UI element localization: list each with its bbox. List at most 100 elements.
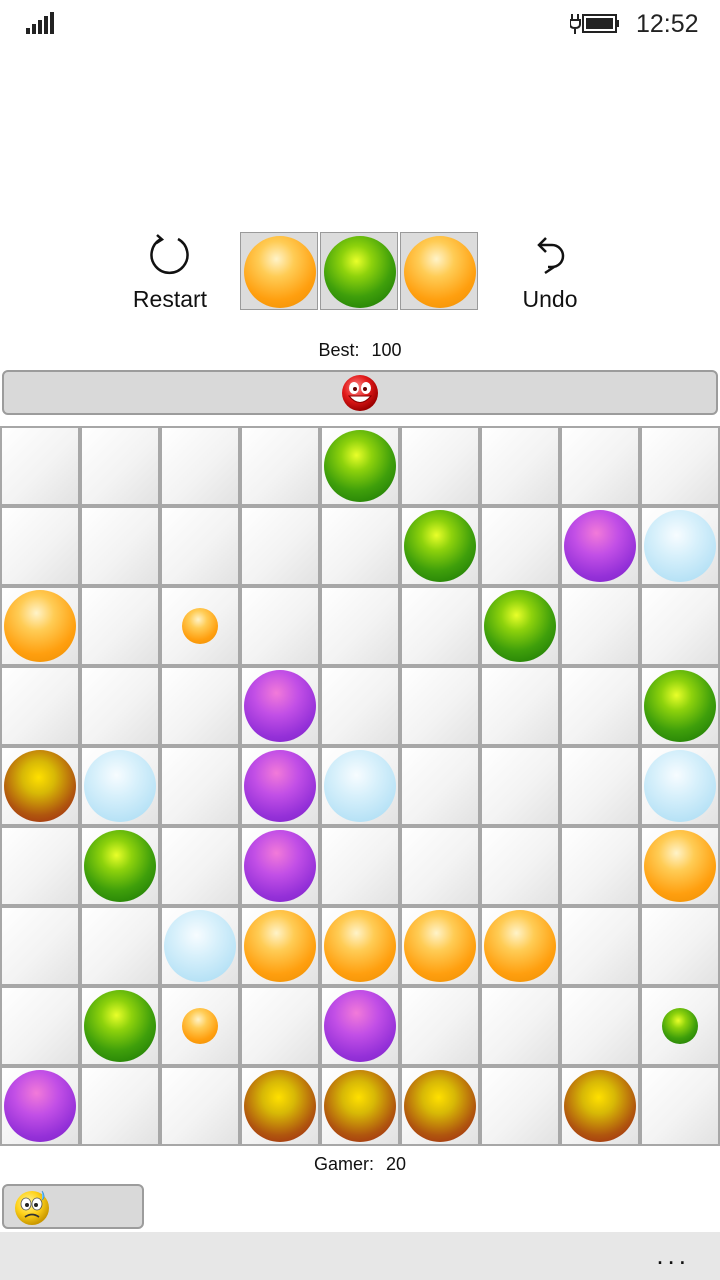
board-cell[interactable] — [160, 986, 240, 1066]
board-cell[interactable] — [0, 586, 80, 666]
board-cell[interactable] — [480, 666, 560, 746]
board-cell[interactable] — [480, 746, 560, 826]
board-cell[interactable] — [560, 1066, 640, 1146]
board-cell[interactable] — [560, 426, 640, 506]
board-cell[interactable] — [80, 1066, 160, 1146]
green-ball[interactable] — [644, 670, 716, 742]
board-cell[interactable] — [0, 986, 80, 1066]
board-cell[interactable] — [320, 986, 400, 1066]
board-cell[interactable] — [640, 506, 720, 586]
restart-button[interactable]: Restart — [115, 232, 225, 313]
board-cell[interactable] — [640, 586, 720, 666]
board-cell[interactable] — [400, 826, 480, 906]
green-ball[interactable] — [662, 1008, 698, 1044]
board-cell[interactable] — [240, 746, 320, 826]
brown-ball[interactable] — [564, 1070, 636, 1142]
orange-ball[interactable] — [404, 910, 476, 982]
board-cell[interactable] — [480, 506, 560, 586]
board-cell[interactable] — [640, 1066, 720, 1146]
green-ball[interactable] — [404, 510, 476, 582]
board-cell[interactable] — [0, 1066, 80, 1146]
purple-ball[interactable] — [564, 510, 636, 582]
brown-ball[interactable] — [244, 1070, 316, 1142]
board-cell[interactable] — [400, 586, 480, 666]
board-cell[interactable] — [240, 986, 320, 1066]
board-cell[interactable] — [640, 906, 720, 986]
board-cell[interactable] — [160, 906, 240, 986]
board-cell[interactable] — [560, 986, 640, 1066]
brown-ball[interactable] — [324, 1070, 396, 1142]
board-cell[interactable] — [400, 506, 480, 586]
orange-ball[interactable] — [4, 590, 76, 662]
orange-ball[interactable] — [324, 910, 396, 982]
board-cell[interactable] — [480, 426, 560, 506]
brown-ball[interactable] — [404, 1070, 476, 1142]
board-cell[interactable] — [80, 906, 160, 986]
board-cell[interactable] — [400, 746, 480, 826]
board-cell[interactable] — [160, 1066, 240, 1146]
lightblue-ball[interactable] — [164, 910, 236, 982]
board-cell[interactable] — [80, 986, 160, 1066]
lightblue-ball[interactable] — [324, 750, 396, 822]
board-cell[interactable] — [80, 666, 160, 746]
board-cell[interactable] — [160, 826, 240, 906]
lightblue-ball[interactable] — [644, 510, 716, 582]
board-cell[interactable] — [400, 906, 480, 986]
board-cell[interactable] — [240, 826, 320, 906]
brown-ball[interactable] — [4, 750, 76, 822]
purple-ball[interactable] — [4, 1070, 76, 1142]
board-cell[interactable] — [560, 666, 640, 746]
board-cell[interactable] — [640, 426, 720, 506]
board-cell[interactable] — [400, 986, 480, 1066]
board-cell[interactable] — [0, 906, 80, 986]
board-cell[interactable] — [160, 586, 240, 666]
undo-button[interactable]: Undo — [495, 232, 605, 313]
board-cell[interactable] — [240, 1066, 320, 1146]
board-cell[interactable] — [640, 826, 720, 906]
board-cell[interactable] — [560, 906, 640, 986]
green-ball[interactable] — [84, 830, 156, 902]
board-cell[interactable] — [560, 826, 640, 906]
board-cell[interactable] — [640, 986, 720, 1066]
board-cell[interactable] — [400, 1066, 480, 1146]
board-cell[interactable] — [0, 666, 80, 746]
board-cell[interactable] — [160, 746, 240, 826]
board-cell[interactable] — [0, 506, 80, 586]
purple-ball[interactable] — [244, 830, 316, 902]
lightblue-ball[interactable] — [84, 750, 156, 822]
board-cell[interactable] — [80, 826, 160, 906]
green-ball[interactable] — [84, 990, 156, 1062]
board-cell[interactable] — [320, 586, 400, 666]
board-cell[interactable] — [80, 746, 160, 826]
board-cell[interactable] — [0, 426, 80, 506]
board-cell[interactable] — [400, 666, 480, 746]
lightblue-ball[interactable] — [644, 750, 716, 822]
board-cell[interactable] — [320, 666, 400, 746]
board-cell[interactable] — [80, 506, 160, 586]
board-cell[interactable] — [160, 506, 240, 586]
board-cell[interactable] — [320, 426, 400, 506]
board-cell[interactable] — [240, 586, 320, 666]
orange-ball[interactable] — [182, 608, 218, 644]
board-cell[interactable] — [80, 426, 160, 506]
board-cell[interactable] — [480, 826, 560, 906]
purple-ball[interactable] — [324, 990, 396, 1062]
orange-ball[interactable] — [182, 1008, 218, 1044]
board-cell[interactable] — [0, 826, 80, 906]
board-cell[interactable] — [320, 906, 400, 986]
board-cell[interactable] — [240, 666, 320, 746]
orange-ball[interactable] — [644, 830, 716, 902]
board-cell[interactable] — [160, 666, 240, 746]
purple-ball[interactable] — [244, 750, 316, 822]
board-cell[interactable] — [160, 426, 240, 506]
green-ball[interactable] — [324, 430, 396, 502]
board-cell[interactable] — [560, 506, 640, 586]
board-cell[interactable] — [640, 746, 720, 826]
orange-ball[interactable] — [244, 910, 316, 982]
green-ball[interactable] — [484, 590, 556, 662]
purple-ball[interactable] — [244, 670, 316, 742]
board-cell[interactable] — [480, 906, 560, 986]
more-options-button[interactable]: ... — [656, 1240, 690, 1271]
board-cell[interactable] — [400, 426, 480, 506]
board-cell[interactable] — [480, 1066, 560, 1146]
